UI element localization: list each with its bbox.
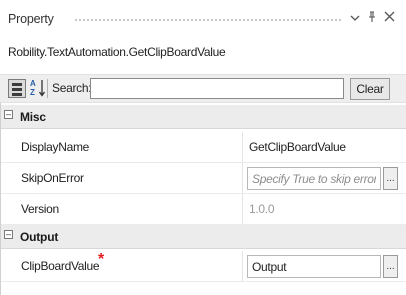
collapse-icon[interactable]: –: [4, 230, 13, 239]
chevron-down-icon[interactable]: [349, 11, 361, 25]
ellipsis-button[interactable]: ...: [383, 255, 398, 278]
property-name: DisplayName: [21, 140, 90, 154]
grid-left-border: [0, 103, 1, 295]
property-row-skiponerror[interactable]: SkipOnError ...: [0, 163, 406, 194]
collapse-icon[interactable]: –: [4, 110, 13, 119]
required-asterisk-icon: *: [98, 251, 105, 268]
categorized-view-button[interactable]: [8, 79, 26, 98]
close-icon[interactable]: [383, 11, 395, 25]
column-divider: [242, 163, 243, 193]
property-row-version: Version 1.0.0: [0, 194, 406, 225]
alphabetical-sort-icon[interactable]: A Z: [30, 78, 46, 98]
category-label: Output: [20, 230, 59, 244]
search-input[interactable]: [90, 78, 344, 99]
category-output[interactable]: – Output: [0, 225, 406, 249]
drag-grip[interactable]: [74, 18, 342, 22]
property-name: SkipOnError: [21, 171, 84, 185]
property-row-displayname[interactable]: DisplayName GetClipBoardValue: [0, 132, 406, 163]
property-grid: – Misc DisplayName GetClipBoardValue Ski…: [0, 103, 406, 295]
column-divider: [242, 251, 243, 281]
activity-name: Robility.TextAutomation.GetClipBoardValu…: [8, 45, 226, 59]
property-name: Version: [21, 202, 59, 216]
property-value[interactable]: GetClipBoardValue: [249, 140, 346, 154]
category-label: Misc: [20, 110, 46, 124]
svg-text:A: A: [30, 79, 36, 88]
property-name: ClipBoardValue: [21, 259, 100, 273]
column-divider: [242, 132, 243, 162]
property-value-readonly: 1.0.0: [249, 202, 275, 216]
toolbar-divider: [47, 79, 48, 98]
category-misc[interactable]: – Misc: [0, 105, 406, 129]
pin-icon[interactable]: [366, 11, 378, 26]
search-label: Search:: [52, 81, 92, 95]
property-row-clipboardvalue[interactable]: ClipBoardValue * ...: [0, 251, 406, 282]
clear-button[interactable]: Clear: [350, 78, 390, 100]
skiponerror-input[interactable]: [247, 167, 381, 190]
ellipsis-button[interactable]: ...: [383, 167, 398, 190]
svg-text:Z: Z: [30, 88, 35, 97]
panel-title: Property: [8, 12, 54, 26]
column-divider: [242, 194, 243, 224]
panel-titlebar: [0, 0, 406, 34]
clipboardvalue-input[interactable]: [247, 255, 381, 278]
